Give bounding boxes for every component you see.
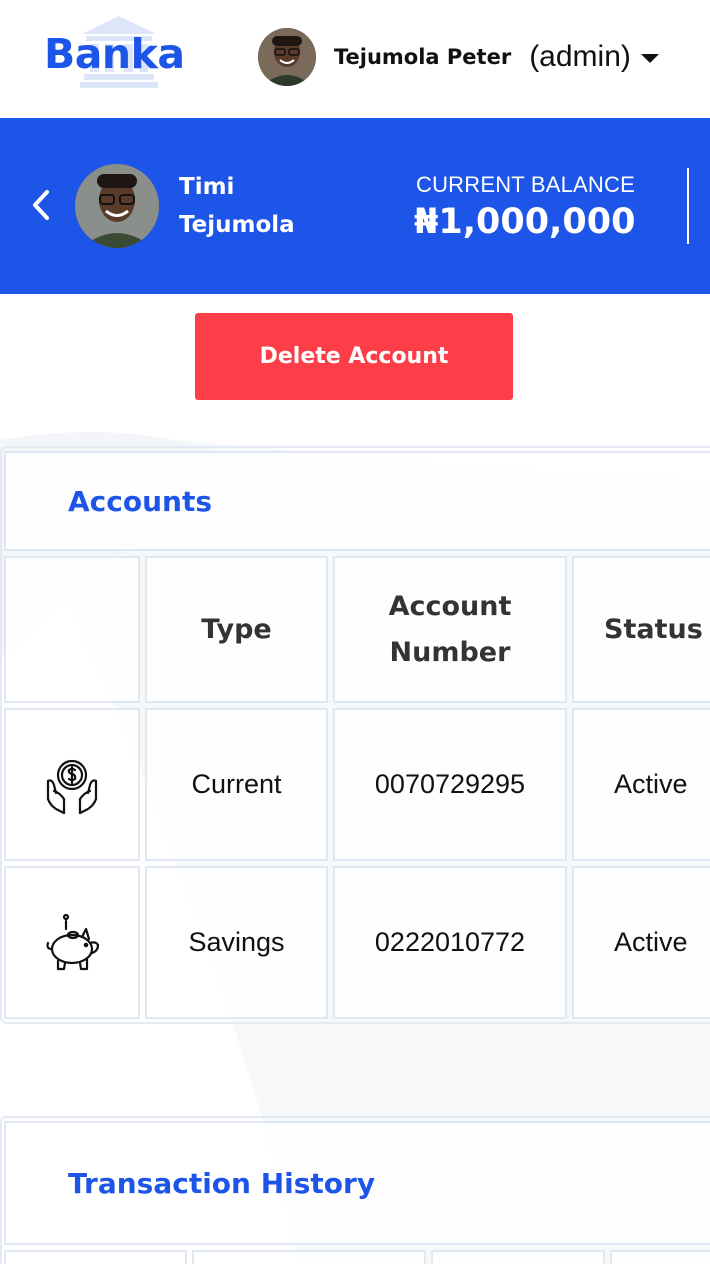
table-row-icon: [4, 708, 140, 861]
account-number: 0070729295: [374, 769, 526, 799]
chevron-left-icon[interactable]: [28, 180, 58, 230]
column-header: Status: [604, 613, 703, 645]
user-avatar-icon: [258, 28, 316, 86]
table-header-cell: [610, 1250, 710, 1264]
table-cell-type: Savings: [145, 866, 328, 1019]
table-cell-number: 0222010772: [333, 866, 567, 1019]
account-number: 0222010772: [374, 927, 526, 957]
table-header-type: Type: [145, 556, 328, 703]
table-header-cell: [431, 1250, 605, 1264]
customer-first-name: Timi: [179, 174, 235, 200]
table-header-cell: [192, 1250, 426, 1264]
caret-down-icon[interactable]: [640, 53, 659, 63]
delete-account-button[interactable]: Delete Account: [195, 313, 513, 400]
accounts-header: Accounts: [4, 451, 710, 551]
user-menu[interactable]: Tejumola Peter (admin): [258, 28, 659, 86]
avatar: [258, 28, 316, 86]
account-status: Active: [614, 927, 688, 957]
customer-avatar: [75, 164, 159, 248]
balance-label: CURRENT BALANCE: [416, 172, 635, 197]
brand-logo[interactable]: Banka: [44, 14, 194, 94]
transactions-header: Transaction History: [4, 1121, 710, 1245]
top-navbar: Banka Tejumola Peter (admin): [0, 0, 710, 118]
accounts-title: Accounts: [68, 484, 213, 518]
table-cell-type: Current: [145, 708, 328, 861]
transactions-title: Transaction History: [68, 1166, 376, 1200]
customer-avatar-icon: [75, 164, 159, 248]
logo-text: Banka: [44, 30, 185, 78]
account-type: Savings: [188, 927, 285, 957]
piggy-bank-icon: [46, 913, 100, 970]
table-header-account-number: Account Number: [333, 556, 567, 703]
table-header-cell: [4, 1250, 187, 1264]
divider: [687, 168, 689, 244]
account-type: Current: [191, 769, 282, 799]
column-header-line2: Number: [389, 636, 511, 668]
balance-value: ₦1,000,000: [414, 202, 636, 242]
user-role: (admin): [529, 40, 631, 73]
table-header-icon-cell: [4, 556, 140, 703]
customer-banner: Timi Tejumola CURRENT BALANCE ₦1,000,000: [0, 118, 710, 294]
money-hands-icon: [46, 759, 98, 814]
table-cell-number: 0070729295: [333, 708, 567, 861]
account-status: Active: [614, 769, 688, 799]
user-name: Tejumola Peter: [334, 45, 512, 69]
column-header: Type: [201, 613, 272, 645]
column-header-line1: Account: [388, 590, 512, 622]
table-row-icon: [4, 866, 140, 1019]
table-cell-status: Active: [572, 708, 710, 861]
table-header-status: Status: [572, 556, 710, 703]
table-cell-status: Active: [572, 866, 710, 1019]
customer-last-name: Tejumola: [179, 212, 295, 238]
customer-name: Timi Tejumola: [179, 168, 295, 244]
